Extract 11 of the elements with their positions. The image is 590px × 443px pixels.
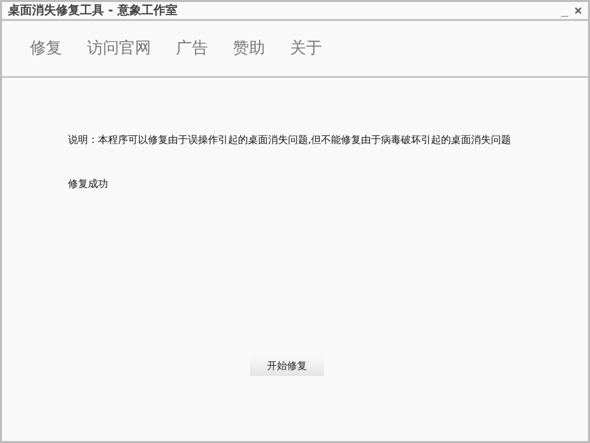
start-repair-button[interactable]: 开始修复	[250, 356, 324, 376]
minimize-button[interactable]: _	[559, 3, 570, 18]
nav-link[interactable]: 关于	[290, 38, 322, 59]
nav-link[interactable]: 访问官网	[87, 38, 151, 59]
nav-link[interactable]: 修复	[30, 38, 62, 59]
close-button[interactable]: ×	[572, 3, 584, 18]
description-text: 说明：本程序可以修复由于误操作引起的桌面消失问题,但不能修复由于病毒破坏引起的桌面消失问题	[68, 134, 512, 147]
status-text: 修复成功	[68, 178, 109, 191]
nav-link[interactable]: 赞助	[233, 38, 265, 59]
nav-link[interactable]: 广告	[176, 38, 208, 59]
window-title: 桌面消失修复工具 - 意象工作室	[8, 2, 178, 19]
